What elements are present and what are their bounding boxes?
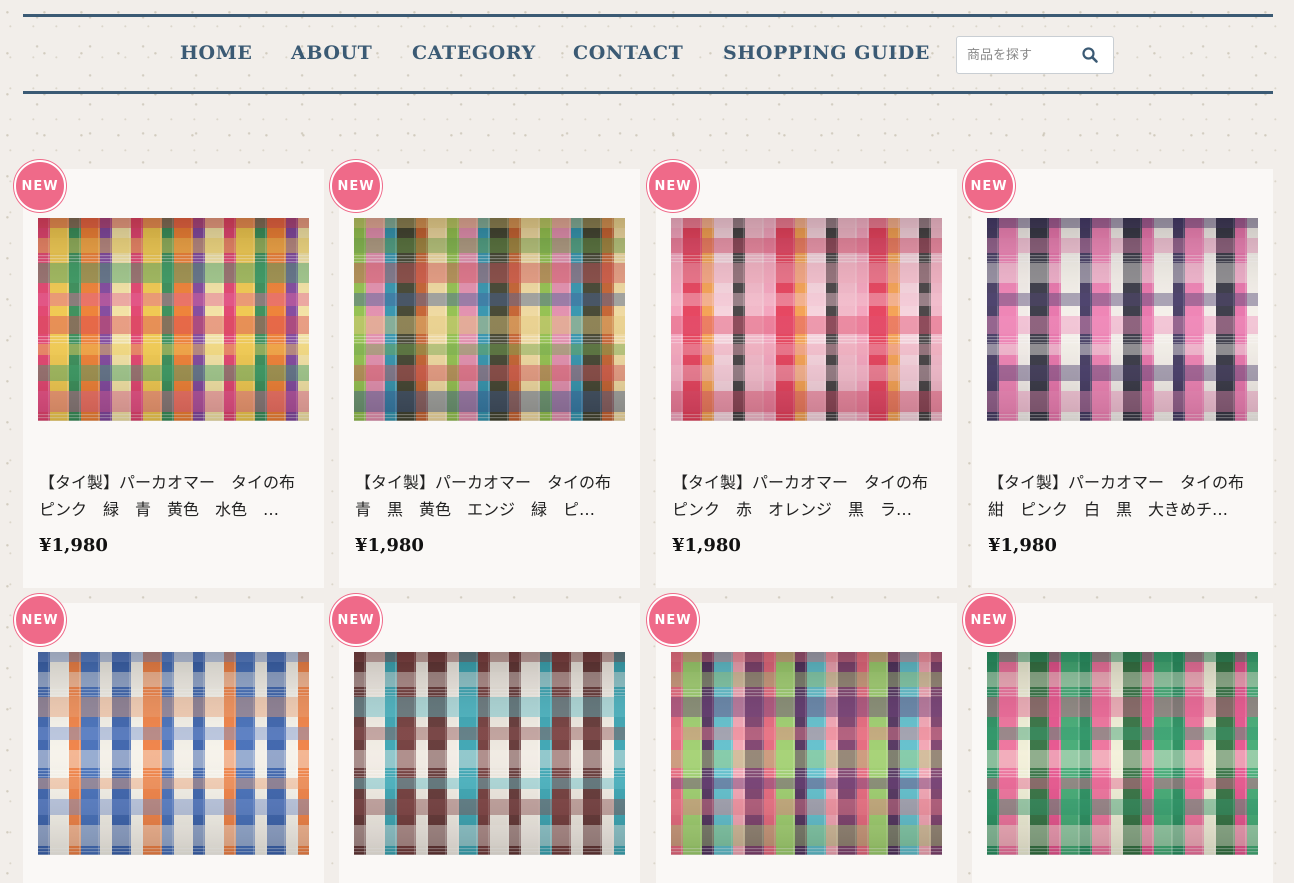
product-image[interactable]: [354, 218, 625, 421]
product-card[interactable]: NEW: [963, 594, 1273, 883]
nav-category[interactable]: CATEGORY: [412, 42, 536, 64]
product-title[interactable]: 【タイ製】パーカオマー タイの布 青 黒 黄色 エンジ 緑 ピ…: [355, 469, 631, 523]
product-image[interactable]: [671, 218, 942, 421]
new-badge: NEW: [330, 594, 382, 646]
product-title[interactable]: 【タイ製】パーカオマー タイの布 紺 ピンク 白 黒 大きめチ…: [988, 469, 1264, 523]
new-badge: NEW: [963, 594, 1015, 646]
product-image[interactable]: [671, 652, 942, 855]
product-card[interactable]: NEW 【タイ製】パーカオマー タイの布 ピンク 緑 青 黄色 水色 … ¥1,…: [14, 160, 324, 588]
product-price: ¥1,980: [672, 535, 741, 556]
new-badge: NEW: [14, 160, 66, 212]
product-card[interactable]: NEW: [14, 594, 324, 883]
product-price: ¥1,980: [988, 535, 1057, 556]
search-box: [956, 36, 1114, 74]
new-badge: NEW: [14, 594, 66, 646]
new-badge: NEW: [963, 160, 1015, 212]
nav-shopping-guide[interactable]: SHOPPING GUIDE: [723, 42, 930, 64]
nav-about[interactable]: ABOUT: [291, 42, 372, 64]
product-title[interactable]: 【タイ製】パーカオマー タイの布 ピンク 赤 オレンジ 黒 ラ…: [672, 469, 948, 523]
product-card[interactable]: NEW: [330, 594, 640, 883]
product-card[interactable]: NEW: [647, 594, 957, 883]
search-icon[interactable]: [1081, 46, 1099, 64]
product-price: ¥1,980: [39, 535, 108, 556]
nav-home[interactable]: HOME: [180, 42, 252, 64]
product-image[interactable]: [354, 652, 625, 855]
product-title[interactable]: 【タイ製】パーカオマー タイの布 ピンク 緑 青 黄色 水色 …: [39, 469, 315, 523]
product-image[interactable]: [987, 652, 1258, 855]
product-card[interactable]: NEW 【タイ製】パーカオマー タイの布 青 黒 黄色 エンジ 緑 ピ… ¥1,…: [330, 160, 640, 588]
product-image[interactable]: [38, 218, 309, 421]
site-header: HOME ABOUT CATEGORY CONTACT SHOPPING GUI…: [23, 14, 1273, 94]
nav-contact[interactable]: CONTACT: [573, 42, 683, 64]
product-price: ¥1,980: [355, 535, 424, 556]
search-input[interactable]: [967, 45, 1077, 65]
product-image[interactable]: [38, 652, 309, 855]
new-badge: NEW: [647, 594, 699, 646]
product-card[interactable]: NEW 【タイ製】パーカオマー タイの布 ピンク 赤 オレンジ 黒 ラ… ¥1,…: [647, 160, 957, 588]
new-badge: NEW: [647, 160, 699, 212]
product-card[interactable]: NEW 【タイ製】パーカオマー タイの布 紺 ピンク 白 黒 大きめチ… ¥1,…: [963, 160, 1273, 588]
product-image[interactable]: [987, 218, 1258, 421]
new-badge: NEW: [330, 160, 382, 212]
